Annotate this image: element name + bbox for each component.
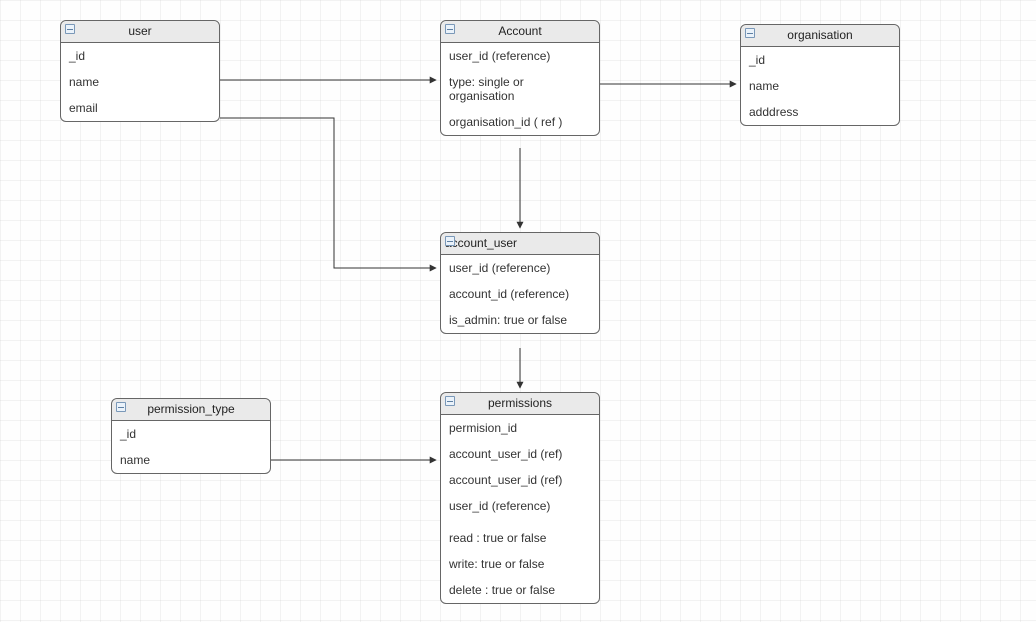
- entity-row: name: [741, 73, 899, 99]
- entity-title: user: [128, 24, 151, 38]
- connector-user-to-account_user: [220, 118, 436, 268]
- entity-title: account_user: [445, 236, 517, 250]
- entity-account-user[interactable]: account_user user_id (reference) account…: [440, 232, 600, 334]
- entity-account[interactable]: Account user_id (reference) type: single…: [440, 20, 600, 136]
- entity-row: email: [61, 95, 219, 121]
- entity-body: _id name email: [61, 43, 219, 121]
- entity-row: read : true or false: [441, 525, 599, 551]
- entity-user[interactable]: user _id name email: [60, 20, 220, 122]
- entity-row: permision_id: [441, 415, 599, 441]
- collapse-icon[interactable]: [445, 236, 455, 246]
- entity-row: adddress: [741, 99, 899, 125]
- collapse-icon[interactable]: [445, 24, 455, 34]
- entity-row: name: [61, 69, 219, 95]
- entity-title: permissions: [488, 396, 552, 410]
- collapse-icon[interactable]: [116, 402, 126, 412]
- entity-row: _id: [741, 47, 899, 73]
- entity-row: _id: [61, 43, 219, 69]
- entity-header-user[interactable]: user: [61, 21, 219, 43]
- entity-header-organisation[interactable]: organisation: [741, 25, 899, 47]
- entity-organisation[interactable]: organisation _id name adddress: [740, 24, 900, 126]
- entity-row: user_id (reference): [441, 43, 599, 69]
- entity-body: _id name: [112, 421, 270, 473]
- entity-body: _id name adddress: [741, 47, 899, 125]
- entity-body: user_id (reference) type: single or orga…: [441, 43, 599, 135]
- entity-body: user_id (reference) account_id (referenc…: [441, 255, 599, 333]
- entity-row: organisation_id ( ref ): [441, 109, 599, 135]
- entity-row: user_id (reference): [441, 255, 599, 281]
- entity-title: organisation: [787, 28, 852, 42]
- collapse-icon[interactable]: [445, 396, 455, 406]
- entity-row: account_user_id (ref): [441, 467, 599, 493]
- entity-permission-type[interactable]: permission_type _id name: [111, 398, 271, 474]
- entity-row: type: single or organisation: [441, 69, 599, 109]
- entity-row: _id: [112, 421, 270, 447]
- entity-header-permission-type[interactable]: permission_type: [112, 399, 270, 421]
- entity-row: account_id (reference): [441, 281, 599, 307]
- entity-title: Account: [498, 24, 541, 38]
- entity-title: permission_type: [147, 402, 234, 416]
- entity-row: is_admin: true or false: [441, 307, 599, 333]
- entity-body: permision_id account_user_id (ref) accou…: [441, 415, 599, 603]
- entity-row: name: [112, 447, 270, 473]
- entity-header-account-user[interactable]: account_user: [441, 233, 599, 255]
- entity-header-account[interactable]: Account: [441, 21, 599, 43]
- entity-header-permissions[interactable]: permissions: [441, 393, 599, 415]
- collapse-icon[interactable]: [65, 24, 75, 34]
- entity-permissions[interactable]: permissions permision_id account_user_id…: [440, 392, 600, 604]
- collapse-icon[interactable]: [745, 28, 755, 38]
- entity-row: delete : true or false: [441, 577, 599, 603]
- entity-row: write: true or false: [441, 551, 599, 577]
- entity-row: account_user_id (ref): [441, 441, 599, 467]
- entity-row: user_id (reference): [441, 493, 599, 519]
